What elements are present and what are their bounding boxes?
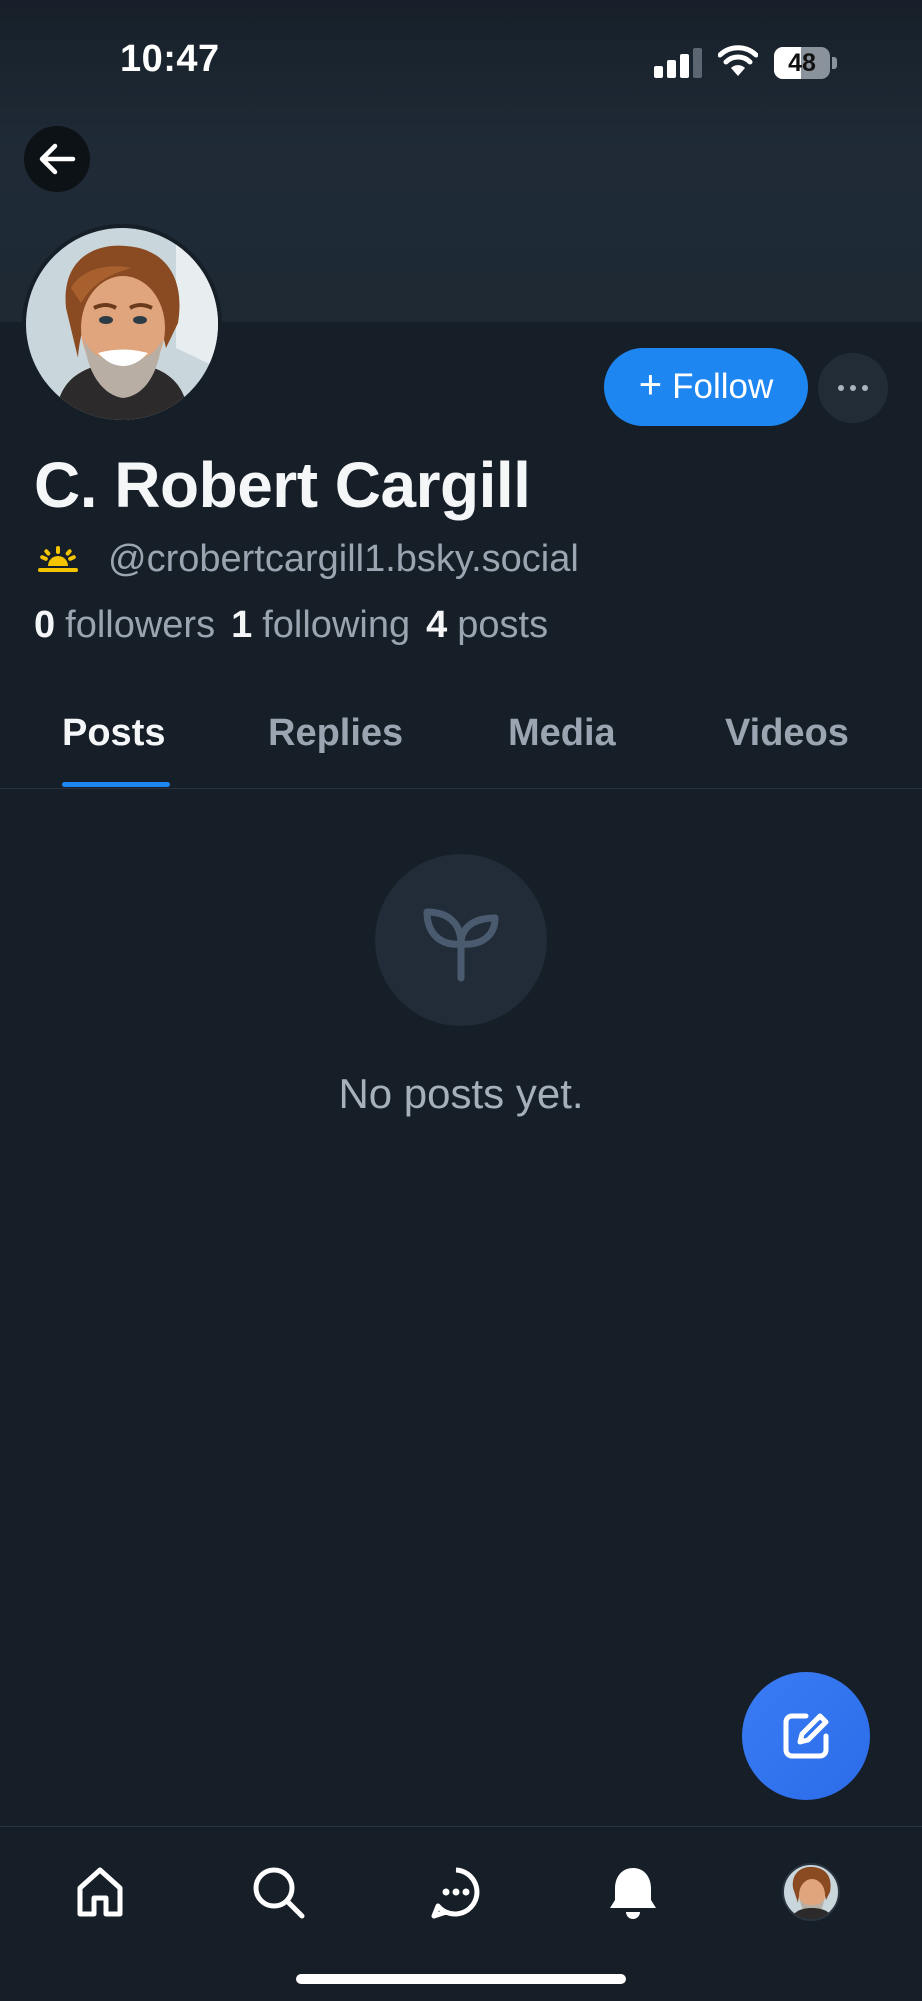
- active-tab-indicator: [62, 782, 170, 787]
- chat-icon: [431, 1867, 480, 1919]
- nav-home[interactable]: [65, 1857, 135, 1927]
- wifi-icon: [717, 44, 759, 78]
- arrow-left-icon: [39, 143, 76, 175]
- posts-stat: 4 posts: [426, 604, 549, 646]
- nav-chat[interactable]: [421, 1857, 491, 1927]
- bell-icon: [610, 1868, 656, 1919]
- home-icon: [77, 1867, 123, 1917]
- nav-notifications[interactable]: [598, 1857, 668, 1927]
- followers-stat[interactable]: 0 followers: [34, 604, 215, 647]
- compose-button[interactable]: [742, 1672, 870, 1800]
- tab-media[interactable]: Media: [508, 712, 616, 755]
- handle-row: @crobertcargill1.bsky.social: [36, 536, 579, 582]
- back-button[interactable]: [24, 126, 90, 192]
- home-indicator: [296, 1974, 626, 1984]
- nav-search[interactable]: [243, 1857, 313, 1927]
- following-stat[interactable]: 1 following: [231, 604, 410, 647]
- cellular-signal-icon: [654, 48, 702, 78]
- nav-profile[interactable]: [776, 1857, 846, 1927]
- battery-icon: 48: [774, 47, 838, 79]
- empty-state-text: No posts yet.: [338, 1070, 584, 1117]
- tab-replies[interactable]: Replies: [268, 712, 403, 755]
- sunrise-icon: [38, 546, 78, 572]
- profile-handle: @crobertcargill1.bsky.social: [108, 537, 579, 580]
- follow-button[interactable]: + Follow: [604, 348, 808, 426]
- status-time: 10:47: [120, 38, 220, 80]
- seedling-icon: [423, 908, 499, 982]
- more-options-button[interactable]: [818, 353, 888, 423]
- status-bar: 10:47 48: [0, 0, 922, 120]
- avatar: [782, 1863, 840, 1921]
- compose-icon: [783, 1713, 829, 1759]
- profile-stats: 0 followers 1 following 4 posts: [34, 604, 548, 647]
- profile-avatar[interactable]: [22, 224, 222, 424]
- search-icon: [253, 1867, 305, 1919]
- empty-state-icon: [375, 854, 547, 1026]
- profile-tabs: Posts Replies Media Videos: [0, 676, 922, 789]
- tab-posts[interactable]: Posts: [62, 712, 165, 755]
- ellipsis-icon: [838, 385, 844, 391]
- battery-percent: 48: [788, 49, 816, 77]
- tab-videos[interactable]: Videos: [725, 712, 849, 755]
- plus-icon: +: [638, 363, 663, 407]
- follow-label: Follow: [672, 367, 774, 406]
- display-name: C. Robert Cargill: [34, 449, 531, 521]
